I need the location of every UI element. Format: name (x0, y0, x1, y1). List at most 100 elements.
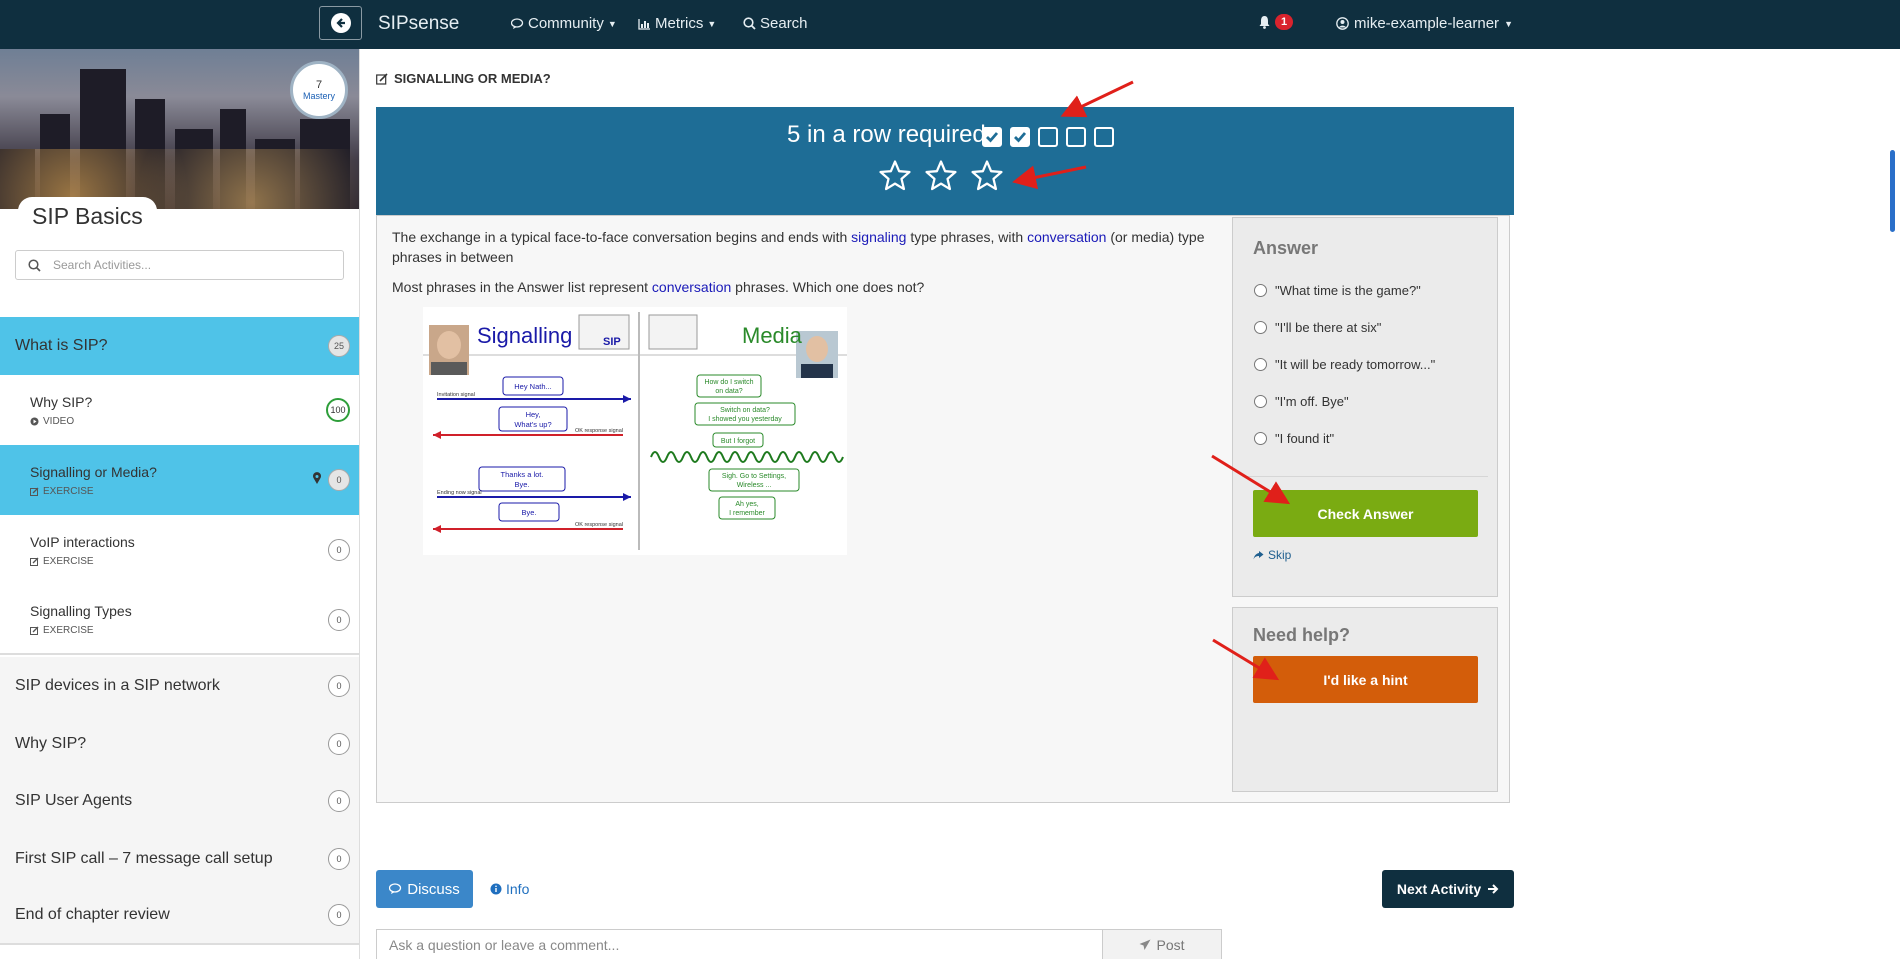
user-menu[interactable]: mike-example-learner ▼ (1336, 15, 1513, 32)
section-label: SIP devices in a SIP network (15, 677, 220, 694)
svg-text:Thanks a lot.: Thanks a lot. (501, 470, 544, 479)
section-end-of-chapter-review[interactable]: End of chapter review 0 (0, 887, 359, 945)
section-sip-devices[interactable]: SIP devices in a SIP network 0 (0, 657, 359, 715)
main-content: SIGNALLING OR MEDIA? 5 in a row required… (360, 49, 1900, 959)
check-answer-button[interactable]: Check Answer (1253, 490, 1478, 537)
streak-checkbox-empty (1038, 127, 1058, 147)
svg-text:Sigh. Go to Settings,: Sigh. Go to Settings, (722, 473, 786, 480)
brand-name[interactable]: SIPsense (378, 13, 459, 35)
play-circle-icon (30, 417, 39, 425)
streak-checkbox-checked (1010, 127, 1030, 147)
course-sidebar: 7 Mastery SIP Basics What is SIP? 25 Why… (0, 49, 360, 959)
svg-text:How do I switch: How do I switch (704, 379, 753, 386)
post-button[interactable]: Post (1102, 929, 1222, 959)
activity-type-label: VIDEO (43, 415, 75, 427)
comment-box[interactable] (376, 929, 1102, 959)
back-arrow-icon (330, 13, 351, 33)
section-count-badge: 0 (328, 732, 350, 755)
activity-type: EXERCISE (30, 556, 94, 567)
page-scrollbar[interactable] (1890, 150, 1895, 232)
edit-icon (30, 487, 39, 496)
answer-option-4[interactable]: "I'm off. Bye" (1254, 394, 1349, 409)
user-name: mike-example-learner (1354, 15, 1500, 32)
notifications-button[interactable]: 1 (1258, 14, 1294, 30)
keyword-conversation: conversation (651, 279, 732, 295)
streak-text: 5 in a row required (787, 121, 986, 148)
streak-checkbox-empty (1066, 127, 1086, 147)
person-left-avatar (429, 325, 469, 375)
answer-option-2[interactable]: "I'll be there at six" (1254, 320, 1381, 335)
activity-type-label: EXERCISE (43, 624, 94, 636)
svg-text:Ending now signal: Ending now signal (437, 490, 482, 496)
section-label: SIP User Agents (15, 792, 133, 809)
mastery-value: 7 (315, 79, 323, 91)
comment-input[interactable] (389, 936, 1089, 953)
nav-search-label: Search (760, 15, 808, 32)
star-icon (878, 159, 912, 198)
comments-icon (511, 17, 524, 29)
divider (1243, 476, 1488, 477)
activity-search-input[interactable] (53, 258, 313, 272)
discuss-button[interactable]: Discuss (376, 870, 473, 908)
activity-type: EXERCISE (30, 486, 94, 497)
nav-community[interactable]: Community ▼ (511, 15, 617, 32)
answer-option-3[interactable]: "It will be ready tomorrow..." (1254, 357, 1435, 372)
section-count-badge: 25 (328, 335, 350, 357)
edit-icon (376, 72, 388, 85)
course-title-tab: SIP Basics (18, 197, 157, 230)
nav-community-label: Community (528, 15, 604, 32)
star-icon (970, 159, 1004, 198)
info-link[interactable]: Info (490, 881, 529, 897)
section-why-sip[interactable]: Why SIP? 0 (0, 715, 359, 772)
activity-count-badge: 0 (328, 539, 350, 561)
course-hero-image: 7 Mastery (0, 49, 359, 209)
radio-button[interactable] (1254, 321, 1267, 334)
help-title: Need help? (1253, 625, 1351, 645)
section-first-sip-call[interactable]: First SIP call – 7 message call setup 0 (0, 830, 359, 887)
activity-why-sip[interactable]: Why SIP? VIDEO 100 (0, 375, 359, 445)
caret-down-icon: ▼ (607, 18, 617, 29)
activity-count-badge: 0 (328, 609, 350, 631)
skip-link[interactable]: Skip (1253, 548, 1291, 562)
section-what-is-sip[interactable]: What is SIP? 25 (0, 317, 359, 375)
radio-button[interactable] (1254, 432, 1267, 445)
question-paragraph-1: The exchange in a typical face-to-face c… (392, 229, 1205, 265)
activity-search[interactable] (15, 250, 344, 280)
answer-option-1[interactable]: "What time is the game?" (1254, 283, 1421, 298)
radio-button[interactable] (1254, 284, 1267, 297)
svg-text:I showed you yesterday: I showed you yesterday (708, 416, 782, 423)
radio-button[interactable] (1254, 358, 1267, 371)
bell-icon (1259, 16, 1270, 29)
section-count-badge: 0 (328, 675, 350, 697)
activity-signalling-or-media[interactable]: Signalling or Media? EXERCISE 0 (0, 445, 359, 515)
section-label: Why SIP? (15, 734, 87, 752)
diagram-media-title: Media (742, 323, 803, 348)
streak-checkbox-checked (982, 127, 1002, 147)
radio-button[interactable] (1254, 395, 1267, 408)
svg-text:on data?: on data? (715, 388, 742, 395)
section-sip-user-agents[interactable]: SIP User Agents 0 (0, 772, 359, 830)
svg-text:Wireless ...: Wireless ... (737, 482, 772, 489)
nav-metrics-label: Metrics (655, 15, 704, 32)
nav-search[interactable]: Search (743, 15, 808, 32)
section-count-badge: 0 (328, 847, 350, 870)
next-activity-button[interactable]: Next Activity (1382, 870, 1514, 908)
answer-option-5[interactable]: "I found it" (1254, 431, 1334, 446)
activity-type: EXERCISE (30, 625, 94, 636)
question-text: The exchange in a typical face-to-face c… (392, 227, 1212, 307)
mastery-label: Mastery (302, 91, 335, 101)
arrow-right-icon (1488, 884, 1499, 894)
activity-voip-interactions[interactable]: VoIP interactions EXERCISE 0 (0, 515, 359, 585)
map-marker-icon (313, 472, 321, 484)
activity-count-badge: 0 (328, 469, 350, 491)
hint-button[interactable]: I'd like a hint (1253, 656, 1478, 703)
section-count-badge: 0 (328, 904, 350, 926)
activity-type: VIDEO (30, 416, 74, 427)
help-panel: Need help? I'd like a hint (1232, 607, 1498, 792)
activity-signalling-types[interactable]: Signalling Types EXERCISE 0 (0, 585, 359, 655)
streak-checkboxes (982, 127, 1114, 147)
back-button[interactable] (319, 6, 362, 40)
nav-metrics[interactable]: Metrics ▼ (638, 15, 716, 32)
keyword-signaling: signaling (851, 229, 907, 245)
keyword-conversation: conversation (1027, 229, 1107, 245)
